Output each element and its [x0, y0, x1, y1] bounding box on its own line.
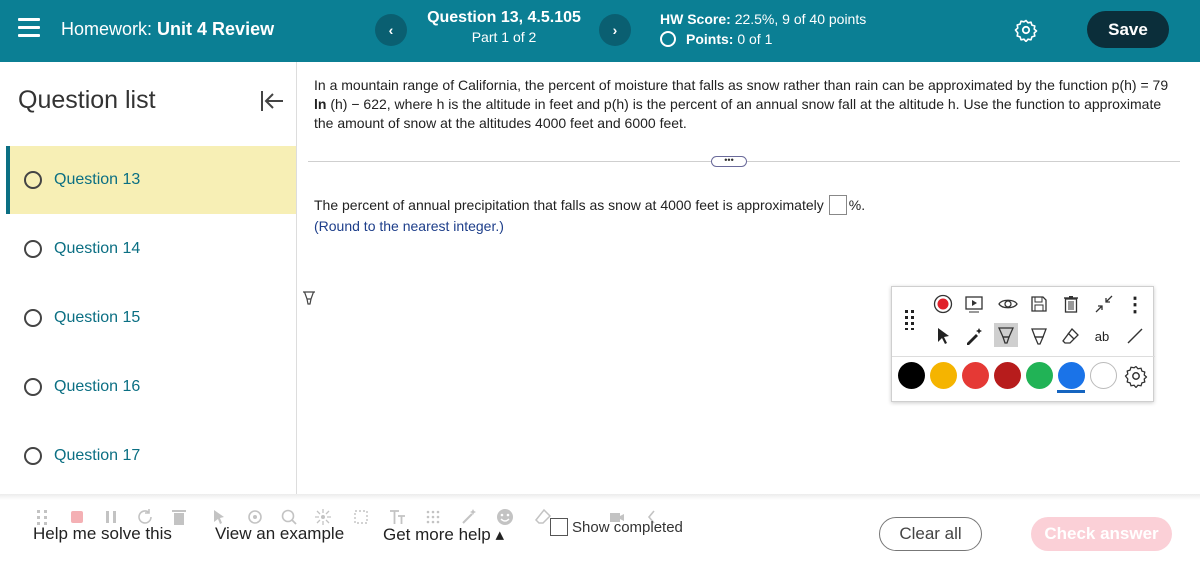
trash-icon[interactable] — [1059, 292, 1083, 316]
record-icon[interactable] — [931, 292, 955, 316]
question-list-item-16[interactable]: Question 16 — [6, 353, 296, 421]
question-list-sidebar: Question list Question 13 Question 14 Qu… — [6, 62, 297, 502]
question-list-item-14[interactable]: Question 14 — [6, 215, 296, 283]
question-title: Question 13, 4.5.105 — [427, 9, 581, 26]
highlighter-marker-icon[interactable] — [302, 291, 316, 305]
save-button[interactable]: Save — [1087, 11, 1169, 48]
color-swatch-yellow[interactable] — [930, 362, 957, 389]
text-tool-icon[interactable]: ab — [1090, 324, 1114, 348]
trash-icon — [172, 510, 186, 525]
text-size-icon — [390, 510, 405, 524]
grid-icon — [426, 510, 440, 524]
answer-suffix: %. — [848, 197, 866, 213]
homework-title: Homework: Unit 4 Review — [61, 19, 274, 40]
problem-statement: In a mountain range of California, the p… — [314, 76, 1184, 133]
check-answer-button[interactable]: Check answer — [1031, 517, 1172, 551]
bottom-bar: Help me solve this View an example Get m… — [0, 494, 1200, 576]
problem-text-ln: ln — [314, 96, 327, 112]
magic-wand-icon — [462, 509, 476, 524]
show-completed-label: Show completed — [572, 518, 683, 536]
points-label: Points: — [686, 31, 734, 47]
question-status-icon — [24, 378, 42, 396]
question-part: Part 1 of 2 — [471, 29, 537, 45]
question-list-label: Question 13 — [54, 171, 141, 188]
top-bar: Homework: Unit 4 Review ‹ Question 13, 4… — [0, 0, 1200, 62]
show-completed-toggle[interactable]: Show completed — [550, 518, 683, 536]
line-tool-icon[interactable] — [1123, 324, 1147, 348]
question-status-icon — [24, 309, 42, 327]
question-list-label: Question 16 — [54, 378, 141, 395]
menu-icon[interactable] — [18, 18, 40, 40]
points: Points: 0 of 1 — [660, 31, 772, 47]
next-question-button[interactable]: › — [599, 14, 631, 46]
annotation-toolbar: ⋮ ab — [891, 286, 1155, 402]
rounding-instruction: (Round to the nearest integer.) — [314, 218, 504, 234]
question-list-title: Question list — [18, 86, 156, 114]
color-swatch-blue[interactable] — [1058, 362, 1085, 389]
save-disk-icon[interactable] — [1027, 292, 1051, 316]
question-list-label: Question 17 — [54, 447, 141, 464]
hw-score-value: 22.5%, 9 of 40 points — [734, 11, 867, 27]
magic-pen-icon[interactable] — [962, 324, 986, 348]
hw-score-label: HW Score: — [660, 11, 731, 27]
minimize-arrows-icon[interactable] — [1092, 292, 1116, 316]
hw-score: HW Score: 22.5%, 9 of 40 points — [660, 11, 866, 27]
color-swatch-green[interactable] — [1026, 362, 1053, 389]
settings-gear-icon[interactable] — [1014, 18, 1038, 42]
answer-line: The percent of annual precipitation that… — [314, 195, 865, 215]
show-completed-checkbox[interactable] — [550, 518, 568, 536]
marker-icon[interactable] — [1027, 324, 1051, 348]
homework-prefix: Homework: — [61, 19, 153, 39]
selected-color-indicator — [1057, 390, 1085, 393]
pointer-cursor-icon[interactable] — [931, 324, 955, 348]
video-play-icon[interactable] — [962, 292, 986, 316]
question-list-label: Question 15 — [54, 309, 141, 326]
question-status-icon — [24, 240, 42, 258]
points-status-icon — [660, 31, 676, 47]
color-swatch-red[interactable] — [962, 362, 989, 389]
answer-input[interactable] — [828, 195, 847, 215]
question-list-label: Question 14 — [54, 240, 141, 257]
crop-selection-icon — [354, 510, 368, 524]
question-status-icon — [24, 447, 42, 465]
color-settings-gear-icon[interactable] — [1124, 364, 1148, 388]
drag-handle-icon[interactable] — [904, 309, 916, 331]
emoji-icon — [497, 509, 513, 525]
points-value: 0 of 1 — [737, 31, 773, 47]
more-options-icon[interactable]: ⋮ — [1123, 292, 1147, 316]
previous-question-button[interactable]: ‹ — [375, 14, 407, 46]
get-more-help-menu[interactable]: Get more help ▴ — [383, 525, 504, 545]
clear-all-button[interactable]: Clear all — [879, 517, 982, 551]
divider-handle[interactable]: ••• — [711, 156, 747, 167]
question-list-item-15[interactable]: Question 15 — [6, 284, 296, 352]
color-swatch-dark-red[interactable] — [994, 362, 1021, 389]
question-status-icon — [24, 171, 42, 189]
eye-icon[interactable] — [996, 292, 1020, 316]
toolbar-separator — [892, 356, 1155, 357]
collapse-sidebar-icon[interactable] — [259, 88, 285, 114]
color-swatch-white[interactable] — [1090, 362, 1117, 389]
view-an-example-link[interactable]: View an example — [215, 524, 344, 544]
problem-text-2: (h) − 622, where h is the altitude in fe… — [314, 96, 1162, 131]
homework-name: Unit 4 Review — [157, 19, 275, 39]
color-swatch-black[interactable] — [898, 362, 925, 389]
eraser-icon[interactable] — [1059, 324, 1083, 348]
question-list-item-13[interactable]: Question 13 — [6, 146, 296, 214]
problem-text-1: In a mountain range of California, the p… — [314, 77, 1169, 93]
question-list-item-17[interactable]: Question 17 — [6, 422, 296, 490]
highlighter-icon[interactable] — [994, 323, 1018, 347]
answer-prompt: The percent of annual precipitation that… — [314, 197, 824, 213]
help-me-solve-this-link[interactable]: Help me solve this — [33, 524, 172, 544]
question-header: Question 13, 4.5.105 Part 1 of 2 — [420, 9, 588, 45]
